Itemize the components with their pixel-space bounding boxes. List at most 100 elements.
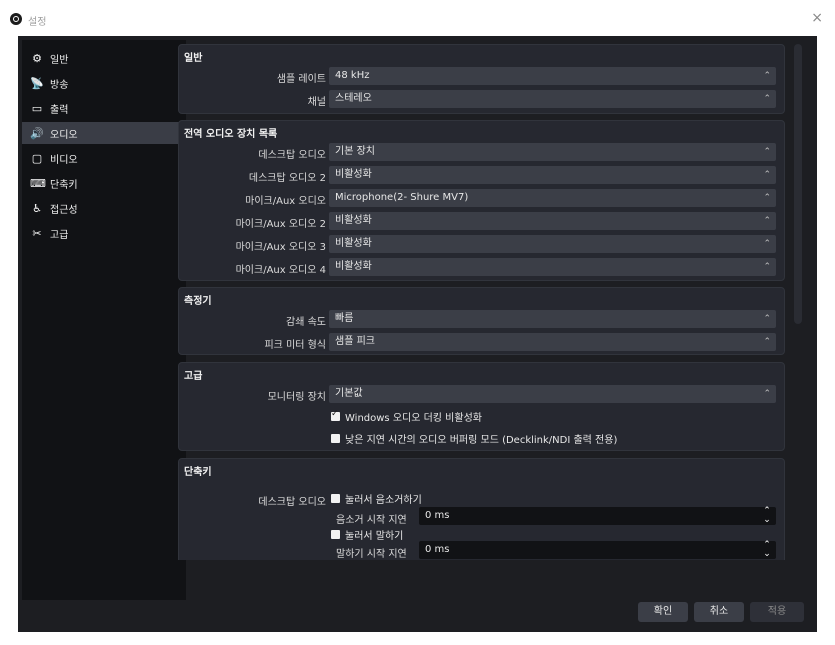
monitoring-select[interactable]: 기본값 ⌃ <box>329 385 776 403</box>
device-select[interactable]: 비활성화 ⌃ <box>329 212 776 230</box>
sidebar-item-label: 오디오 <box>50 129 78 141</box>
push-to-talk-row[interactable]: 눌러서 말하기 <box>331 526 403 542</box>
device-label: 마이크/Aux 오디오 <box>245 196 326 207</box>
device-label: 데스크탑 오디오 <box>258 150 326 161</box>
accessibility-icon: ♿ <box>32 201 42 215</box>
chevron-updown-icon: ⌃ <box>763 239 771 249</box>
sidebar-item-6[interactable]: ♿ 접근성 <box>22 197 186 219</box>
advanced-group-title: 고급 <box>184 371 203 382</box>
sidebar-item-3[interactable]: 🔊 오디오 <box>22 122 186 144</box>
global-devices-title: 전역 오디오 장치 목록 <box>184 129 278 140</box>
audio-settings-panel: 일반 샘플 레이트 48 kHz ⌃ 채널 스테레오 ⌃ 전역 오디오 장치 목… <box>176 40 786 560</box>
ok-button[interactable]: 확인 <box>638 602 688 622</box>
push-to-mute-checkbox[interactable] <box>331 493 340 503</box>
peak-row: 피크 미터 형식 샘플 피크 ⌃ <box>179 333 784 351</box>
device-value: 기본 장치 <box>335 146 375 157</box>
chevron-updown-icon: ⌃ <box>763 262 771 272</box>
device-label: 마이크/Aux 오디오 4 <box>235 265 326 276</box>
sample-rate-row: 샘플 레이트 48 kHz ⌃ <box>179 67 784 85</box>
device-row: 마이크/Aux 오디오 3 비활성화 ⌃ <box>179 235 784 253</box>
device-select[interactable]: 비활성화 ⌃ <box>329 166 776 184</box>
device-value: 비활성화 <box>335 238 372 249</box>
sidebar-item-label: 출력 <box>50 104 69 116</box>
sidebar-item-0[interactable]: ⚙ 일반 <box>22 47 186 69</box>
sidebar-item-2[interactable]: ▭ 출력 <box>22 97 186 119</box>
chevron-updown-icon: ⌃ <box>763 193 771 203</box>
lowlatency-checkbox[interactable] <box>331 433 340 443</box>
push-to-talk-label: 눌러서 말하기 <box>345 530 404 542</box>
apply-button[interactable]: 적용 <box>750 602 804 622</box>
lowlatency-checkbox-row[interactable]: 낮은 지연 시간의 오디오 버퍼링 모드 (Decklink/NDI 출력 전용… <box>331 430 617 446</box>
sidebar-item-4[interactable]: ▢ 비디오 <box>22 147 186 169</box>
chevron-updown-icon: ⌃ <box>763 147 771 157</box>
scrollbar[interactable] <box>794 44 802 324</box>
decay-select[interactable]: 빠름 ⌃ <box>329 310 776 328</box>
push-to-mute-label: 눌러서 음소거하기 <box>345 494 422 506</box>
chevron-updown-icon: ⌃ <box>763 94 771 104</box>
decay-value: 빠름 <box>335 313 354 324</box>
hotkeys-group: 단축키 데스크탑 오디오 눌러서 음소거하기 음소거 시작 지연 0 ms ⌃ ⌄… <box>178 458 785 560</box>
spin-arrows-icon[interactable]: ⌃ ⌄ <box>762 541 772 559</box>
cancel-button[interactable]: 취소 <box>694 602 744 622</box>
general-group: 일반 샘플 레이트 48 kHz ⌃ 채널 스테레오 ⌃ <box>178 44 785 114</box>
settings-window: ⚙ 일반 📡 방송 ▭ 출력 🔊 오디오 ▢ 비디오 ⌨ 단축키 ♿ 접근성 ✂ 고급 일반 샘플 레이트 4… <box>18 36 817 632</box>
device-value: Microphone(2- Shure MV7) <box>335 192 469 203</box>
gear-icon: ⚙ <box>32 51 42 65</box>
monitoring-label: 모니터링 장치 <box>267 392 326 403</box>
device-select[interactable]: 비활성화 ⌃ <box>329 258 776 276</box>
channel-value: 스테레오 <box>335 93 372 104</box>
sidebar-item-label: 방송 <box>50 79 69 91</box>
device-value: 비활성화 <box>335 215 372 226</box>
sidebar-item-label: 단축키 <box>50 179 78 191</box>
sample-rate-label: 샘플 레이트 <box>276 74 326 85</box>
hotkeys-group-title: 단축키 <box>184 467 212 478</box>
ducking-label: Windows 오디오 더킹 비활성화 <box>345 412 482 424</box>
monitoring-row: 모니터링 장치 기본값 ⌃ <box>179 385 784 403</box>
speaker-icon: 🔊 <box>30 126 44 140</box>
sidebar-item-5[interactable]: ⌨ 단축키 <box>22 172 186 194</box>
channel-select[interactable]: 스테레오 ⌃ <box>329 90 776 108</box>
peak-select[interactable]: 샘플 피크 ⌃ <box>329 333 776 351</box>
meters-group: 측정기 감쇄 속도 빠름 ⌃ 피크 미터 형식 샘플 피크 ⌃ <box>178 287 785 355</box>
chevron-updown-icon: ⌃ <box>763 170 771 180</box>
mute-delay-spinbox[interactable]: 0 ms ⌃ ⌄ <box>419 507 776 525</box>
chevron-updown-icon: ⌃ <box>763 337 771 347</box>
talk-delay-spinbox[interactable]: 0 ms ⌃ ⌄ <box>419 541 776 559</box>
close-button[interactable]: × <box>811 10 823 26</box>
tools-icon: ✂ <box>32 226 42 240</box>
general-group-title: 일반 <box>184 53 203 64</box>
device-label: 마이크/Aux 오디오 2 <box>235 219 326 230</box>
push-to-talk-checkbox[interactable] <box>331 529 340 539</box>
device-row: 마이크/Aux 오디오 Microphone(2- Shure MV7) ⌃ <box>179 189 784 207</box>
device-value: 비활성화 <box>335 261 372 272</box>
push-to-mute-row[interactable]: 눌러서 음소거하기 <box>331 490 422 506</box>
chevron-updown-icon: ⌃ <box>763 389 771 399</box>
spin-arrows-icon[interactable]: ⌃ ⌄ <box>762 507 772 525</box>
ducking-checkbox[interactable] <box>331 409 340 421</box>
channel-row: 채널 스테레오 ⌃ <box>179 90 784 108</box>
device-value: 비활성화 <box>335 169 372 180</box>
device-label: 데스크탑 오디오 2 <box>248 173 326 184</box>
sidebar-item-1[interactable]: 📡 방송 <box>22 72 186 94</box>
sidebar-item-7[interactable]: ✂ 고급 <box>22 222 186 244</box>
chevron-updown-icon: ⌃ <box>763 71 771 81</box>
meters-group-title: 측정기 <box>184 296 212 307</box>
ducking-checkbox-row[interactable]: Windows 오디오 더킹 비활성화 <box>331 408 482 424</box>
device-select[interactable]: 비활성화 ⌃ <box>329 235 776 253</box>
monitor-icon: ▢ <box>31 151 43 165</box>
sidebar: ⚙ 일반 📡 방송 ▭ 출력 🔊 오디오 ▢ 비디오 ⌨ 단축키 ♿ 접근성 ✂ 고급 <box>22 40 186 600</box>
talk-delay-label: 말하기 시작 지연 <box>336 549 407 560</box>
decay-label: 감쇄 속도 <box>286 317 326 328</box>
chevron-updown-icon: ⌃ <box>763 314 771 324</box>
talk-delay-value: 0 ms <box>425 544 450 555</box>
broadcast-icon: 📡 <box>30 76 44 90</box>
device-row: 마이크/Aux 오디오 2 비활성화 ⌃ <box>179 212 784 230</box>
obs-logo-icon <box>10 13 22 25</box>
decay-row: 감쇄 속도 빠름 ⌃ <box>179 310 784 328</box>
chevron-updown-icon: ⌃ <box>763 216 771 226</box>
device-select[interactable]: Microphone(2- Shure MV7) ⌃ <box>329 189 776 207</box>
keyboard-icon: ⌨ <box>30 176 46 190</box>
device-select[interactable]: 기본 장치 ⌃ <box>329 143 776 161</box>
mute-delay-label: 음소거 시작 지연 <box>336 515 407 526</box>
sample-rate-select[interactable]: 48 kHz ⌃ <box>329 67 776 85</box>
